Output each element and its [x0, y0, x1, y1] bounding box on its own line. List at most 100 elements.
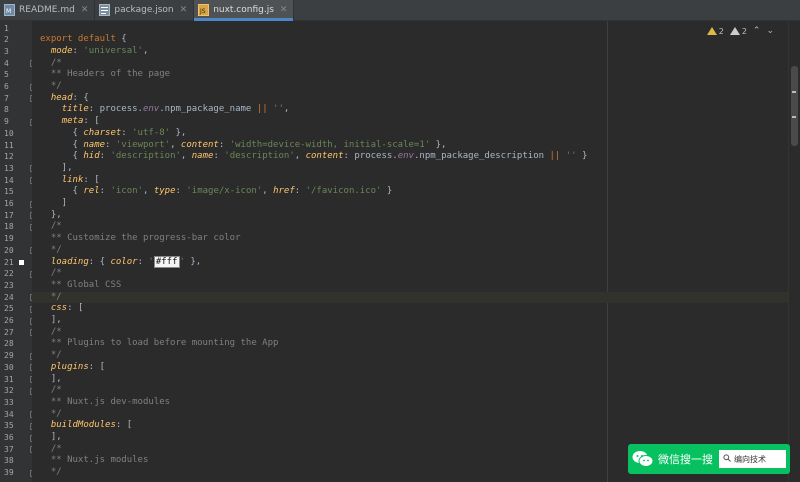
code-line[interactable]: */ [32, 291, 800, 304]
code-text: export default { [40, 34, 127, 45]
line-number[interactable]: 22 [0, 268, 32, 280]
code-line[interactable] [32, 23, 800, 35]
line-number[interactable]: 31 [0, 374, 32, 386]
line-number[interactable]: 24 [0, 292, 32, 304]
line-number[interactable]: 28 [0, 338, 32, 350]
line-number[interactable]: 19 [0, 233, 32, 245]
code-line[interactable]: ], [32, 315, 800, 327]
line-number[interactable]: 11 [0, 140, 32, 152]
code-editor[interactable]: export default { mode: 'universal', /* *… [32, 21, 800, 482]
weak-warning-count[interactable]: 2 [729, 27, 747, 36]
code-text: ] [40, 198, 68, 208]
line-number[interactable]: 15 [0, 186, 32, 198]
code-line[interactable]: { name: 'viewport', content: 'width=devi… [32, 140, 800, 152]
code-line[interactable]: /* [32, 221, 800, 233]
line-number[interactable]: 9 [0, 116, 32, 128]
line-number[interactable]: 17 [0, 210, 32, 222]
line-number[interactable]: 25 [0, 303, 32, 315]
line-number[interactable]: 29 [0, 350, 32, 362]
code-line[interactable]: ], [32, 163, 800, 175]
line-number[interactable]: 7 [0, 93, 32, 105]
line-number[interactable]: 32 [0, 385, 32, 397]
code-line[interactable]: ** Nuxt.js dev-modules [32, 397, 800, 409]
tab-readme[interactable]: M README.md ✕ [0, 0, 96, 20]
warning-count[interactable]: 2 [706, 27, 724, 36]
chevron-down-icon[interactable]: ⌄ [766, 26, 774, 36]
line-number[interactable]: 35 [0, 420, 32, 432]
tab-package-json[interactable]: package.json ✕ [95, 0, 195, 20]
line-number[interactable]: 3 [0, 46, 32, 58]
code-line[interactable]: head: { [32, 93, 800, 105]
line-number[interactable]: 4 [0, 58, 32, 70]
inspection-widget[interactable]: 2 2 ⌃ ⌄ [706, 26, 774, 36]
code-line[interactable]: buildModules: [ [32, 420, 800, 432]
line-number[interactable]: 14 [0, 175, 32, 187]
code-line[interactable]: css: [ [32, 303, 800, 315]
line-number[interactable]: 20 [0, 245, 32, 257]
line-number[interactable]: 13 [0, 163, 32, 175]
code-line[interactable]: ** Global CSS [32, 280, 800, 292]
code-line[interactable]: }, [32, 210, 800, 222]
code-line[interactable]: { hid: 'description', name: 'description… [32, 151, 800, 163]
line-number[interactable]: 34 [0, 409, 32, 421]
code-line[interactable]: export default { [32, 34, 800, 46]
line-number[interactable]: 1 [0, 23, 32, 35]
code-line[interactable]: { charset: 'utf-8' }, [32, 128, 800, 140]
code-line[interactable]: meta: [ [32, 116, 800, 128]
code-line[interactable]: ** Headers of the page [32, 69, 800, 81]
code-line[interactable]: */ [32, 81, 800, 93]
line-number[interactable]: 8 [0, 104, 32, 116]
line-number[interactable]: 38 [0, 455, 32, 467]
error-stripe-mark[interactable] [792, 91, 796, 93]
line-number-gutter[interactable]: 1 2 3 4 5 6 7 8 9 10 11 12 13 14 15 16 17 18 19 20 21 22 23 24 2… [0, 21, 37, 482]
code-text: css: [ [50, 303, 84, 314]
code-line[interactable]: /* [32, 58, 800, 70]
line-number[interactable]: 12 [0, 151, 32, 163]
code-line[interactable]: loading: { color: ' #fff ' }, [32, 255, 800, 269]
code-line[interactable]: ] [32, 198, 800, 210]
scrollbar-thumb[interactable] [791, 66, 798, 146]
code-text: /* [50, 57, 62, 68]
line-number[interactable]: 6 [0, 81, 32, 93]
line-number[interactable]: 10 [0, 128, 32, 140]
code-line[interactable]: /* [32, 268, 800, 280]
close-icon[interactable]: ✕ [180, 5, 188, 15]
code-line[interactable]: */ [32, 409, 800, 421]
vertical-scrollbar[interactable] [788, 21, 800, 482]
line-number[interactable]: 27 [0, 327, 32, 339]
tab-nuxt-config[interactable]: JS nuxt.config.js ✕ [194, 0, 295, 21]
code-line[interactable]: */ [32, 245, 800, 257]
line-number[interactable]: 18 [0, 221, 32, 233]
code-line[interactable]: { rel: 'icon', type: 'image/x-icon', hre… [32, 186, 800, 198]
code-line[interactable]: ], [32, 432, 800, 444]
code-line[interactable]: ** Plugins to load before mounting the A… [32, 338, 800, 350]
code-text: */ [50, 291, 62, 302]
code-line[interactable]: /* [32, 385, 800, 397]
line-number[interactable]: 39 [0, 467, 32, 479]
chevron-up-icon[interactable]: ⌃ [753, 26, 761, 36]
code-text: */ [50, 81, 62, 91]
line-number[interactable]: 5 [0, 69, 32, 81]
line-number[interactable]: 2 [0, 34, 32, 46]
code-line[interactable]: plugins: [ [32, 362, 800, 374]
bookmark-marker-icon[interactable] [19, 260, 24, 265]
code-line[interactable]: link: [ [32, 175, 800, 187]
code-line[interactable]: ], [32, 374, 800, 386]
line-number[interactable]: 26 [0, 315, 32, 327]
code-line[interactable]: title: process.env.npm_package_name || '… [32, 104, 800, 116]
code-line[interactable]: mode: 'universal', [32, 46, 800, 58]
code-line[interactable]: ** Customize the progress-bar color [32, 233, 800, 245]
code-line[interactable]: /* [32, 327, 800, 339]
line-number[interactable]: 37 [0, 444, 32, 456]
line-number[interactable]: 30 [0, 362, 32, 374]
close-icon[interactable]: ✕ [81, 5, 89, 15]
close-icon[interactable]: ✕ [280, 5, 288, 15]
line-number[interactable]: 21 [0, 257, 32, 269]
line-number[interactable]: 33 [0, 397, 32, 409]
line-number[interactable]: 23 [0, 280, 32, 292]
line-number[interactable]: 36 [0, 432, 32, 444]
code-line[interactable]: */ [32, 350, 800, 362]
line-number[interactable]: 16 [0, 198, 32, 210]
code-text: mode: 'universal', [50, 45, 149, 56]
error-stripe-mark[interactable] [792, 116, 796, 118]
